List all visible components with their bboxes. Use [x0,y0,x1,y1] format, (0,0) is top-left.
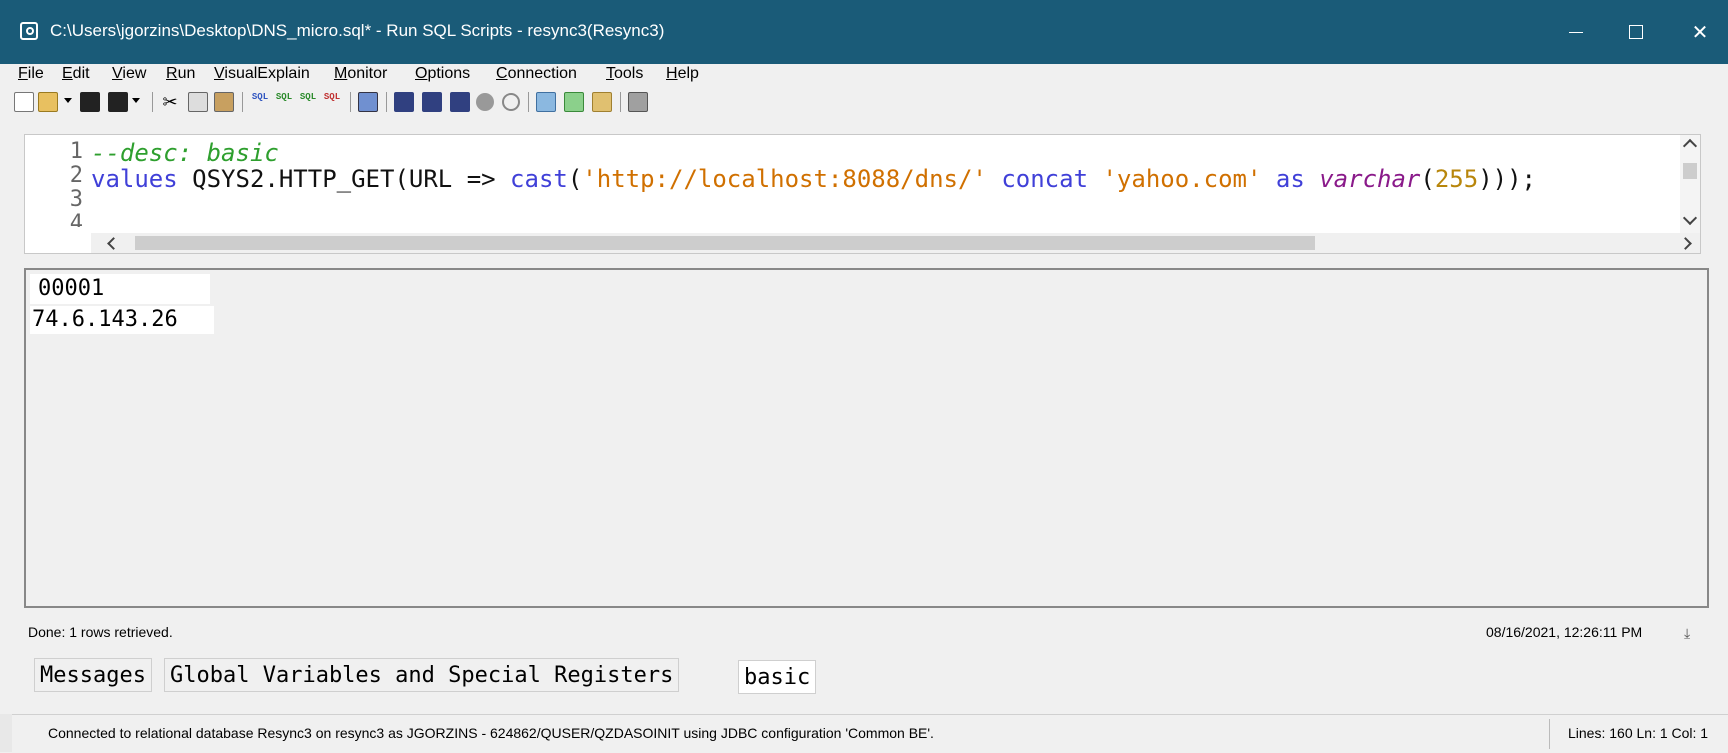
monitor-end-icon[interactable] [450,92,470,112]
menu-options[interactable]: Options [415,64,470,84]
sql-keyword: cast [510,165,568,193]
app-icon[interactable] [20,22,38,40]
toolbar-separator [620,92,621,112]
save-icon[interactable] [80,92,100,112]
toolbar-separator [386,92,387,112]
statusbar-separator [1549,719,1550,749]
cursor-position: Lines: 160 Ln: 1 Col: 1 [1568,725,1709,741]
toolbar-separator [528,92,529,112]
stop-icon[interactable] [476,93,494,111]
connection-disconnect-icon[interactable] [592,92,612,112]
dropdown-arrow-icon[interactable] [132,98,142,106]
window-title: C:\Users\jgorzins\Desktop\DNS_micro.sql*… [50,21,665,40]
sql-punct: ))); [1478,165,1536,193]
connection-reconnect-icon[interactable] [564,92,584,112]
sql-keyword: concat [986,165,1103,193]
editor-horizontal-scrollbar[interactable] [91,233,1700,253]
close-icon: ✕ [1691,21,1709,44]
save-all-icon[interactable] [108,92,128,112]
close-button[interactable]: ✕ [1680,14,1720,50]
copy-icon[interactable] [188,92,208,112]
line-number: 1 [69,139,83,164]
connection-icon[interactable] [536,92,556,112]
menu-file[interactable]: File [18,64,44,84]
sql-run-all-icon[interactable]: SQL [274,92,294,112]
menu-help[interactable]: Help [666,64,699,84]
title-bar: C:\Users\jgorzins\Desktop\DNS_micro.sql*… [0,0,1728,64]
menu-view[interactable]: View [112,64,146,84]
toolbar-separator [152,92,153,112]
status-bar: Connected to relational database Resync3… [12,714,1728,753]
dropdown-arrow-icon[interactable] [64,98,74,106]
sql-keyword: values [91,165,178,193]
menu-visual-explain[interactable]: VisualExplain [214,64,310,84]
sql-comment: --desc: basic [91,139,279,167]
tab-global-variables[interactable]: Global Variables and Special Registers [164,658,680,692]
tab-messages[interactable]: Messages [34,658,152,692]
scroll-thumb[interactable] [1683,163,1697,179]
menu-connection[interactable]: Connection [496,64,577,84]
menu-tools[interactable]: Tools [606,64,643,84]
maximize-button[interactable] [1616,14,1656,50]
result-column-header[interactable]: 00001 [30,274,210,304]
menu-edit[interactable]: Edit [62,64,90,84]
toolbar: ✂ SQL SQL SQL SQL [0,86,1728,118]
sql-string: 'http://localhost:8088/dns/' [582,165,987,193]
result-cell[interactable]: 74.6.143.26 [30,306,214,334]
line-number: 2 [69,163,83,188]
toolbar-separator [350,92,351,112]
paste-icon[interactable] [214,92,234,112]
sql-string: 'yahoo.com' [1102,165,1262,193]
line-number: 3 [69,187,83,212]
connection-status: Connected to relational database Resync3… [48,725,934,741]
maximize-icon [1629,25,1643,39]
open-folder-icon[interactable] [38,92,58,112]
sql-run-from-icon[interactable]: SQL [298,92,318,112]
scroll-thumb[interactable] [135,236,1315,250]
sql-stop-icon[interactable]: SQL [322,92,342,112]
toolbar-separator [242,92,243,112]
minimize-icon [1569,31,1583,33]
line-number: 4 [69,213,83,227]
sql-punct: ( [567,165,583,193]
sql-identifier: QSYS2.HTTP_GET(URL => [177,165,511,193]
scroll-left-icon[interactable] [107,237,120,250]
sql-type: varchar [1319,165,1421,193]
sql-editor[interactable]: 1 2 3 4 --desc: basic values QSYS2.HTTP_… [24,134,1701,254]
new-file-icon[interactable] [14,92,34,112]
minimize-button[interactable] [1556,14,1596,50]
sql-number: 255 [1434,165,1479,193]
editor-vertical-scrollbar[interactable] [1680,135,1700,233]
line-number-gutter: 1 2 3 4 [25,135,83,231]
print-icon[interactable] [628,92,648,112]
sql-run-icon[interactable]: SQL [250,92,270,112]
sql-punct: ( [1420,165,1435,193]
results-grid[interactable]: 00001 74.6.143.26 [24,268,1709,608]
menu-run[interactable]: Run [166,64,195,84]
menu-bar: File Edit View Run VisualExplain Monitor… [0,64,1728,84]
cancel-icon[interactable] [502,93,520,111]
cut-icon[interactable]: ✂ [160,92,180,112]
scroll-up-icon[interactable] [1682,138,1698,154]
scroll-right-icon[interactable] [1679,237,1692,250]
visual-explain-icon[interactable] [358,92,378,112]
tab-basic[interactable]: basic [738,660,817,694]
monitor-pause-icon[interactable] [422,92,442,112]
code-line-2[interactable]: values QSYS2.HTTP_GET(URL => cast('http:… [91,167,1536,191]
menu-monitor[interactable]: Monitor [334,64,387,84]
status-timestamp: 08/16/2021, 12:26:11 PM [1486,624,1643,640]
status-message: Done: 1 rows retrieved. [28,624,173,640]
download-icon[interactable]: ⤓ [1684,626,1698,640]
scroll-down-icon[interactable] [1682,210,1698,226]
monitor-start-icon[interactable] [394,92,414,112]
sql-keyword: as [1261,165,1320,193]
code-line-1[interactable]: --desc: basic [91,141,279,165]
